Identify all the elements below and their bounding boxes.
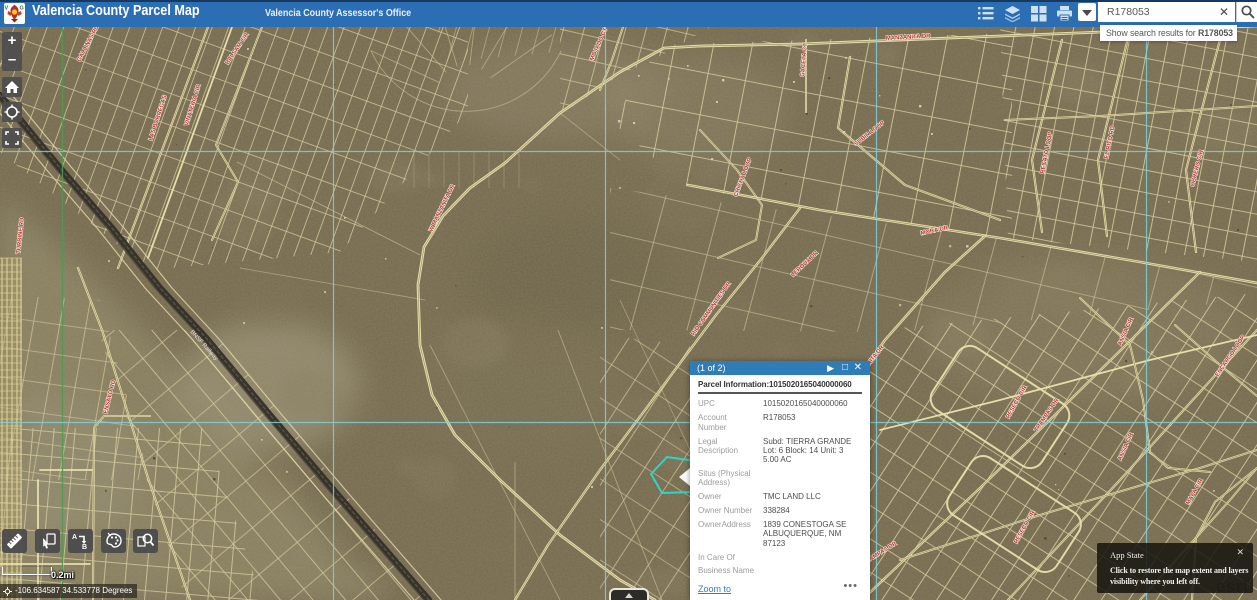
svg-text:B: B [82,544,87,551]
svg-text:A: A [72,534,77,541]
